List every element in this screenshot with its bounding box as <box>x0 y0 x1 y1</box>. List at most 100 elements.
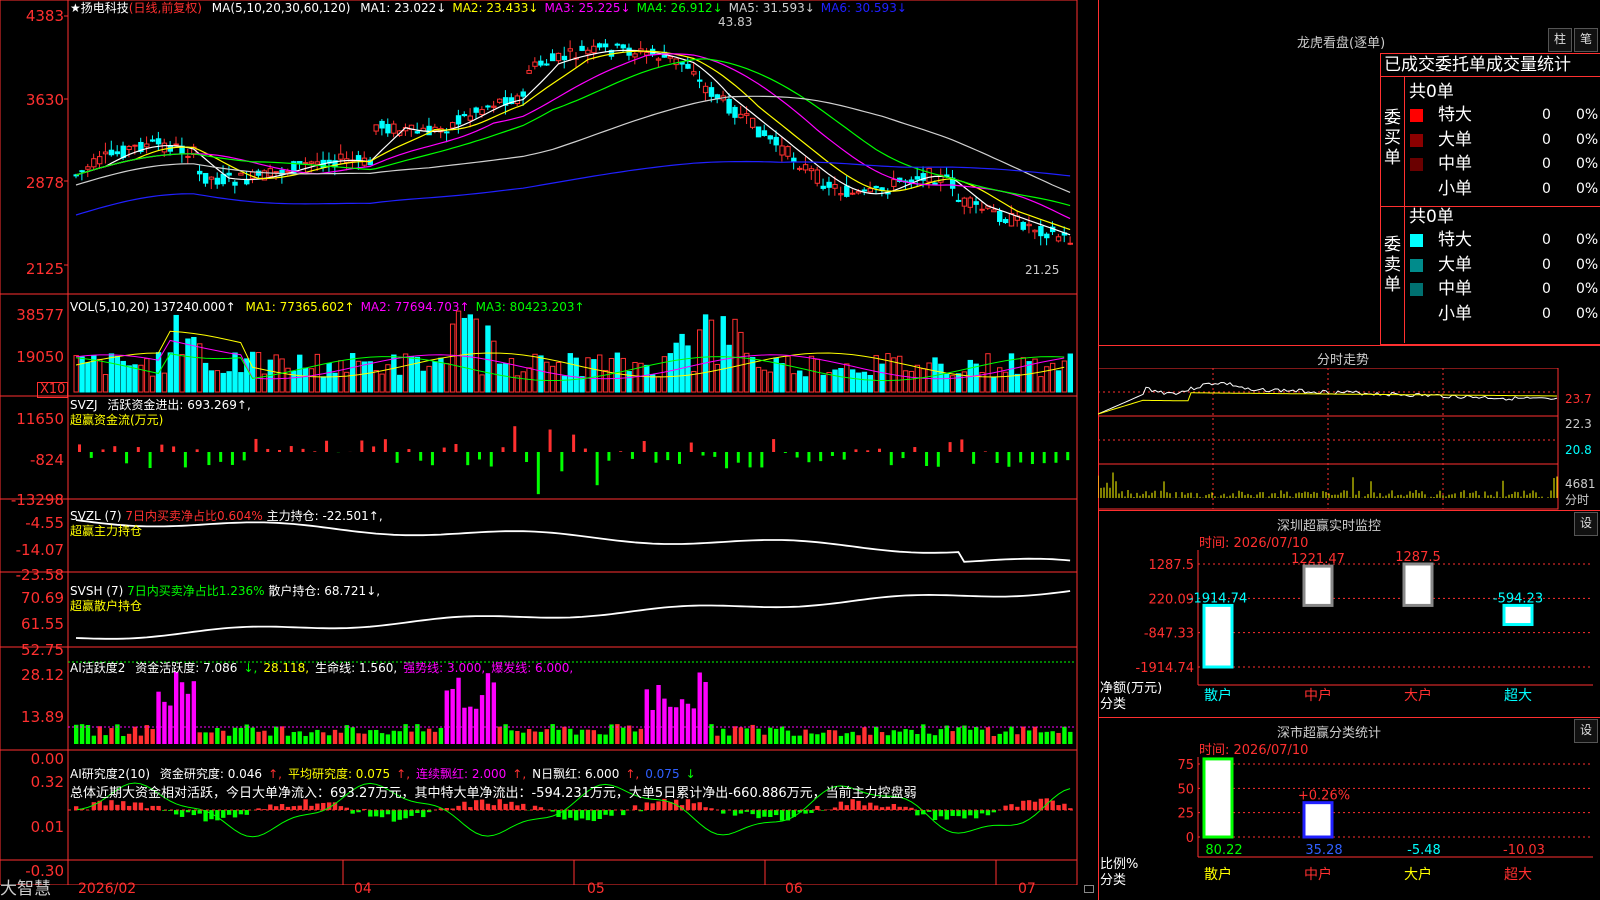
svzj-bar <box>819 452 823 462</box>
svzj-bar <box>948 442 952 452</box>
svzj-bar <box>630 452 634 459</box>
price-header: ★扬电科技(日线,前复权) MA(5,10,20,30,60,120) MA1:… <box>70 1 907 15</box>
ai2-bar <box>503 803 508 810</box>
svzj-bar <box>878 448 881 452</box>
volume-bar <box>591 359 597 393</box>
volume-bar <box>408 355 415 393</box>
svzj-bar <box>1054 452 1058 463</box>
candle-body <box>338 153 344 160</box>
candle-body <box>567 48 574 52</box>
candle-body <box>185 155 191 158</box>
classify-category-3: 大户 <box>1404 866 1432 883</box>
ai1-bar <box>132 726 138 744</box>
svzj-bar <box>513 426 517 452</box>
volume-bar <box>697 329 703 393</box>
ai1-bar <box>585 729 591 744</box>
svzj-bar <box>501 447 505 452</box>
volume-bar <box>373 370 379 393</box>
ai2-part-10: ↓ <box>685 767 696 781</box>
ai2-bar <box>891 804 897 810</box>
volume-bar <box>214 370 221 393</box>
svzj-bar <box>595 452 599 486</box>
candle-body <box>385 123 391 134</box>
ma-params: MA(5,10,20,30,60,120) <box>211 1 351 15</box>
volume-bar <box>473 318 479 393</box>
candle-body <box>108 149 115 156</box>
svzj-bar <box>960 439 964 452</box>
svzj-bar <box>983 451 987 452</box>
volume-bar <box>897 355 903 393</box>
volume-bar <box>249 351 256 393</box>
ai1-bar <box>197 732 202 744</box>
classify-time: 时间: 2026/07/10 <box>1199 743 1309 758</box>
svzj-bar <box>925 452 929 467</box>
ma-value-2: MA2: 23.433↓ <box>452 1 539 15</box>
ai1-bar <box>844 733 849 744</box>
svzj-bar <box>207 452 211 466</box>
svzj-bar <box>536 452 540 495</box>
candle-body <box>1038 226 1044 237</box>
volume-bar <box>1055 370 1062 393</box>
candle-body <box>273 171 279 174</box>
ai1-bar <box>1044 731 1049 744</box>
volume-bar <box>944 373 950 393</box>
volume-bar <box>791 373 797 393</box>
ai1-bar <box>556 729 561 744</box>
classify-xlabel: 分类 <box>1100 873 1127 888</box>
ai1-bar <box>732 726 738 744</box>
svzj-bar <box>972 452 976 464</box>
volume-bar <box>620 357 626 393</box>
ai2-bar <box>1056 805 1061 810</box>
ai2-bar <box>874 805 879 810</box>
ai1-header: AI活跃度2 资金活跃度: 7.086 ↓, 28.118, 生命线: 1.560, 强… <box>70 661 573 675</box>
ai1-bar <box>738 727 744 744</box>
classify-settings-button[interactable]: 设 <box>1574 719 1598 743</box>
ai1-bar <box>215 727 220 744</box>
ai2-bar <box>579 810 585 819</box>
volume-bar <box>555 361 562 393</box>
ai1-bar <box>756 728 761 744</box>
bar-view-button[interactable]: 柱 <box>1548 28 1572 52</box>
monitor-settings-button[interactable]: 设 <box>1574 512 1598 536</box>
ai1-bar <box>232 727 238 744</box>
volume-bar <box>273 354 279 393</box>
svzj-bars <box>78 426 1070 495</box>
ai1-tick-2: 13.89 <box>21 708 64 726</box>
classify-chart: 75 50 25 0 -0.40% 80.22 散户 +0.26% 35.28 中户 -5.48 大户… <box>1177 757 1593 883</box>
ai2-bar <box>844 805 849 810</box>
ai2-part-7: N日飘红: 6.000 <box>532 767 620 781</box>
ai2-bar <box>856 800 861 810</box>
time-label-1: 2026/02 <box>78 881 137 897</box>
ai1-bar <box>968 729 973 744</box>
ai2-bar <box>521 803 526 810</box>
volume-bar <box>255 352 262 393</box>
ai1-bar <box>279 726 285 744</box>
ai1-bar <box>668 706 673 744</box>
volume-bar <box>744 352 750 393</box>
vol-ma-value-1: MA1: 77365.602↑ <box>245 300 355 314</box>
volume-bar <box>538 355 544 393</box>
ai1-bar <box>350 727 355 744</box>
tick-view-button[interactable]: 笔 <box>1574 28 1598 52</box>
volume-bar <box>1002 371 1009 393</box>
candle-body <box>102 151 109 155</box>
svzj-bar <box>1019 452 1023 463</box>
svzj-bar <box>642 441 646 452</box>
ai1-bar <box>662 698 667 744</box>
candle-body <box>85 166 91 170</box>
buy-label: 委买单 <box>1384 108 1401 168</box>
ma-value-5: MA5: 31.593↓ <box>728 1 815 15</box>
candle-body <box>314 161 321 165</box>
ai1-bar <box>691 708 697 744</box>
ai2-bar <box>238 810 244 815</box>
sell-row-pct-4: 0% <box>1576 305 1599 322</box>
ai1-part-1: 资金活跃度: 7.086 <box>135 661 238 675</box>
vol-unit-label: X10 <box>37 382 69 398</box>
ai2-bar <box>732 810 738 816</box>
volume-bar <box>97 358 103 393</box>
ai1-bar <box>226 735 232 744</box>
svsh-tick-1: 70.69 <box>21 589 64 607</box>
classify-tick-2: 50 <box>1177 782 1194 797</box>
lock-icon <box>1084 885 1094 893</box>
ai2-bar <box>221 810 226 818</box>
